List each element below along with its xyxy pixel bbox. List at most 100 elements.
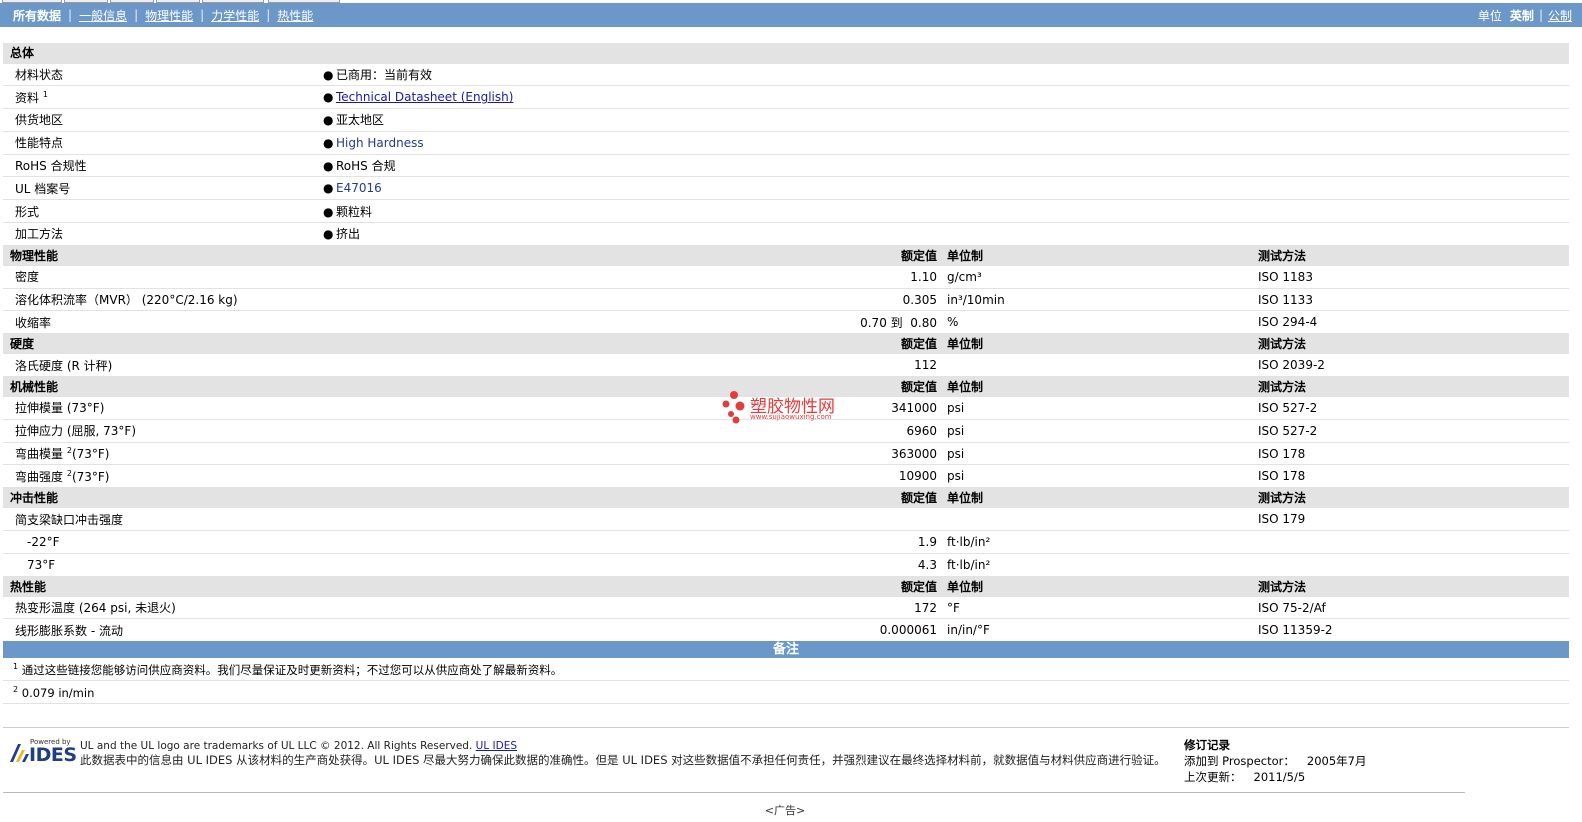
- nav-thermal[interactable]: 热性能: [277, 7, 313, 24]
- nav-bar: 所有数据 | 一般信息 | 物理性能 | 力学性能 | 热性能 单位 英制 | …: [0, 3, 1582, 27]
- bullet-icon: ●: [323, 135, 334, 150]
- bullet-icon: ●: [323, 181, 334, 196]
- trademark-text: UL and the UL logo are trademarks of UL …: [80, 740, 473, 752]
- table-row: 资料 1 ● Technical Datasheet (English): [3, 85, 1570, 110]
- col-head-unit: 单位制: [943, 333, 1254, 355]
- section-header-mechanical: 机械性能 额定值 单位制 测试方法: [3, 376, 1570, 398]
- section-header-impact: 冲击性能 额定值 单位制 测试方法: [3, 487, 1570, 509]
- unit-imperial[interactable]: 英制: [1510, 7, 1534, 24]
- nav-all-data[interactable]: 所有数据: [13, 7, 61, 24]
- table-row: 收缩率 0.70 到 0.80 % ISO 294-4: [3, 310, 1570, 335]
- notes-header: 备注: [3, 641, 1569, 658]
- datasheet-link[interactable]: Technical Datasheet (English): [336, 90, 513, 104]
- table-row: 弯曲模量 2(73°F) 363000 psi ISO 178: [3, 442, 1570, 466]
- property-label: 拉伸应力: [15, 424, 64, 439]
- ul-ides-link[interactable]: UL IDES: [476, 740, 517, 752]
- section-header-thermal: 热性能 额定值 单位制 测试方法: [3, 576, 1570, 597]
- col-head-unit: 单位制: [943, 487, 1254, 509]
- property-unit: psi: [943, 464, 1254, 489]
- property-label: 形式: [3, 199, 308, 224]
- col-head-test: 测试方法: [1254, 333, 1570, 355]
- property-unit: [943, 507, 1254, 532]
- col-head-test: 测试方法: [1254, 245, 1570, 266]
- property-value: 341000: [308, 396, 943, 420]
- nav-separator: |: [68, 8, 73, 22]
- property-value: 363000: [308, 442, 943, 466]
- table-row: 形式 ● 颗粒料: [3, 199, 1570, 224]
- property-condition: (264 psi, 未退火): [78, 601, 176, 616]
- bullet-icon: ●: [323, 227, 334, 242]
- bottom-divider: [3, 792, 1465, 793]
- note-text: 通过这些链接您能够访问供应商资料。我们尽量保证及时更新资料；不过您可以从供应商处…: [21, 663, 563, 677]
- table-row: 材料状态 ● 已商用：当前有效: [3, 63, 1570, 87]
- datasheet: 总体 材料状态 ● 已商用：当前有效 资料 1 ● Technical Datash…: [3, 43, 1570, 643]
- property-unit: psi: [943, 419, 1254, 443]
- section-header-physical: 物理性能 额定值 单位制 测试方法: [3, 245, 1570, 266]
- nav-mechanical[interactable]: 力学性能: [211, 7, 259, 24]
- added-label: 添加到 Prospector：: [1184, 754, 1295, 768]
- test-method: ISO 178: [1254, 464, 1570, 489]
- col-head-value: 额定值: [308, 576, 943, 597]
- col-head-value: 额定值: [308, 333, 943, 355]
- property-condition: (屈服, 73°F): [66, 424, 137, 439]
- section-title: 总体: [3, 43, 1570, 64]
- test-method: [1254, 553, 1570, 577]
- property-label: UL 档案号: [3, 176, 308, 201]
- test-method: ISO 527-2: [1254, 396, 1570, 420]
- test-method: ISO 75-2/Af: [1254, 596, 1570, 620]
- property-value: 172: [308, 596, 943, 620]
- property-condition: (220°C/2.16 kg): [141, 293, 238, 308]
- table-row: 密度 1.10 g/cm³ ISO 1183: [3, 265, 1570, 289]
- unit-label: 单位: [1477, 8, 1502, 23]
- property-unit: psi: [943, 396, 1254, 420]
- footer-divider: [3, 727, 1569, 728]
- bullet-icon: ●: [323, 90, 334, 105]
- table-row: 性能特点 ● High Hardness: [3, 131, 1570, 155]
- revision-history: 修订记录 添加到 Prospector： 2005年7月 上次更新： 2011/5/…: [1184, 737, 1366, 785]
- property-label: 供货地区: [3, 108, 308, 132]
- col-head-unit: 单位制: [943, 576, 1254, 597]
- col-head-unit: 单位制: [943, 245, 1254, 266]
- property-unit: in³/10min: [943, 288, 1254, 312]
- property-label: 热变形温度: [15, 601, 76, 616]
- property-value: 0.305: [308, 288, 943, 312]
- nav-separator: |: [200, 8, 205, 22]
- properties-table: 总体 材料状态 ● 已商用：当前有效 资料 1 ● Technical Datash…: [3, 43, 1570, 643]
- property-condition: (73°F): [66, 401, 105, 416]
- unit-metric[interactable]: 公制: [1548, 7, 1572, 24]
- test-method: ISO 178: [1254, 442, 1570, 466]
- table-row: 洛氏硬度 (R 计秤) 112 ISO 2039-2: [3, 353, 1570, 378]
- property-value: 10900: [308, 464, 943, 489]
- test-method: ISO 2039-2: [1254, 353, 1570, 378]
- updated-label: 上次更新：: [1184, 770, 1242, 784]
- property-value: 挤出: [336, 227, 361, 242]
- table-row: 热变形温度 (264 psi, 未退火) 172 °F ISO 75-2/Af: [3, 596, 1570, 620]
- property-unit: in/in/°F: [943, 618, 1254, 643]
- nav-general-info[interactable]: 一般信息: [79, 7, 127, 24]
- property-label: 线形膨胀系数 - 流动: [3, 618, 308, 643]
- property-value: 颗粒料: [336, 204, 373, 219]
- property-label: -22°F: [3, 530, 308, 554]
- revision-title: 修订记录: [1184, 738, 1230, 752]
- col-head-value: 额定值: [308, 376, 943, 398]
- property-label: 材料状态: [3, 63, 308, 87]
- nav-physical[interactable]: 物理性能: [145, 7, 193, 24]
- property-value: High Hardness: [336, 135, 424, 150]
- bullet-icon: ●: [323, 113, 334, 128]
- table-row: 溶化体积流率（MVR） (220°C/2.16 kg) 0.305 in³/10…: [3, 288, 1570, 312]
- col-head-value: 额定值: [308, 487, 943, 509]
- ides-logo-icon: [10, 744, 29, 762]
- table-row: 加工方法 ● 挤出: [3, 222, 1570, 246]
- legal-text: UL and the UL logo are trademarks of UL …: [80, 739, 1166, 767]
- table-row: 拉伸模量 (73°F) 341000 psi ISO 527-2: [3, 396, 1570, 420]
- property-unit: ft·lb/in²: [943, 553, 1254, 577]
- property-label: 弯曲模量: [15, 447, 64, 462]
- table-row: RoHS 合规性 ● RoHS 合规: [3, 154, 1570, 178]
- section-title: 物理性能: [3, 245, 308, 266]
- property-label: RoHS 合规性: [3, 154, 308, 178]
- property-label: 性能特点: [3, 131, 308, 155]
- ides-logo: Powered by IDES: [8, 738, 77, 766]
- property-condition: (73°F): [71, 469, 110, 484]
- property-label: 洛氏硬度: [15, 358, 64, 373]
- test-method: [1254, 530, 1570, 554]
